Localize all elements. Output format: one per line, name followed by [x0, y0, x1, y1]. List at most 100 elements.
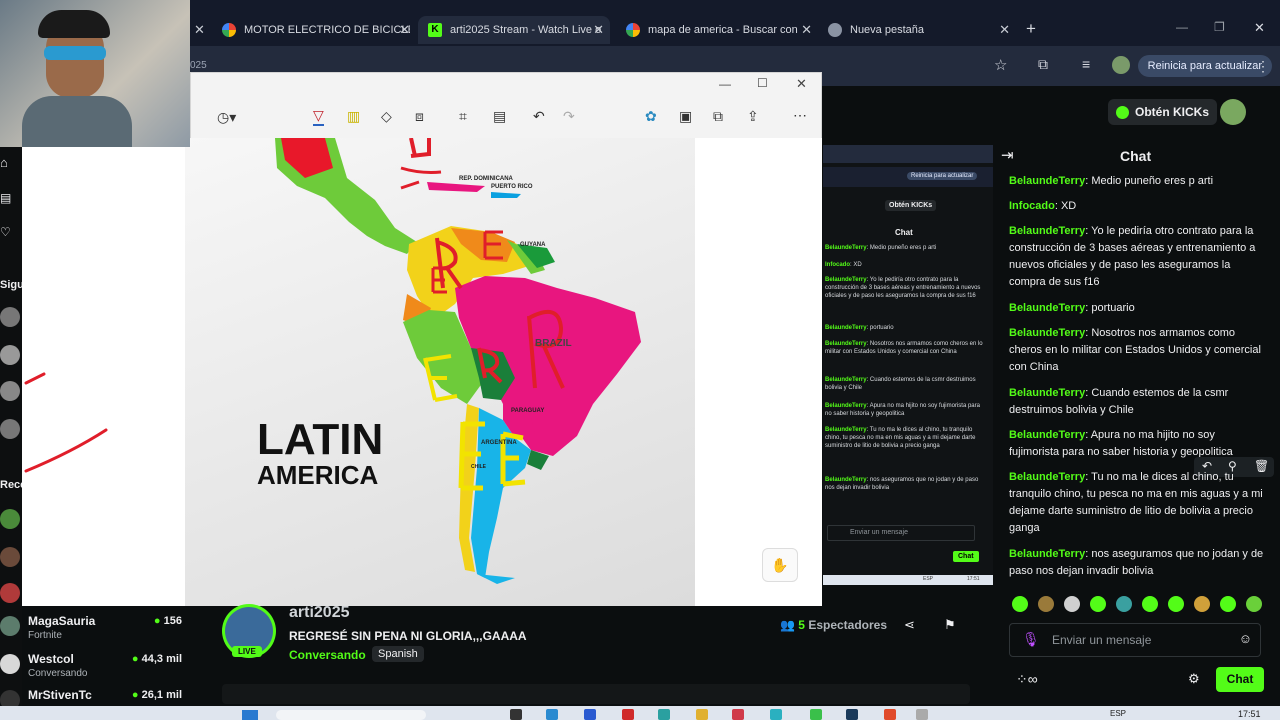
tab-mapa[interactable]: mapa de america - Buscar con ✕	[626, 16, 812, 44]
chat-username[interactable]: BelaundeTerry	[1009, 548, 1085, 560]
emote-icon[interactable]	[1142, 596, 1158, 612]
new-tab-icon[interactable]: +	[1026, 19, 1036, 39]
app-icon[interactable]	[622, 709, 634, 720]
browse-icon[interactable]: ▤	[0, 191, 11, 205]
chat-message[interactable]: BelaundeTerry: Nosotros nos armamos como…	[1009, 325, 1267, 376]
chat-username[interactable]: BelaundeTerry	[1009, 327, 1085, 339]
microphone-icon[interactable]: 🎙	[1022, 631, 1040, 648]
emote-icon[interactable]	[1116, 596, 1132, 612]
app-icon[interactable]	[846, 709, 858, 720]
app-icon[interactable]	[884, 709, 896, 720]
profile-avatar[interactable]	[1112, 56, 1130, 74]
gear-icon[interactable]: ⚙	[1188, 671, 1200, 687]
text-icon[interactable]: ▤	[493, 108, 506, 125]
close-icon[interactable]: ✕	[999, 22, 1010, 38]
avatar[interactable]	[0, 419, 20, 439]
taskbar-lang[interactable]: ESP	[1110, 709, 1126, 718]
windows-start-icon[interactable]	[242, 710, 258, 720]
save-icon[interactable]: ▣	[679, 108, 692, 125]
share-icon[interactable]: ⇪	[747, 108, 759, 125]
pen-icon[interactable]: ▽	[313, 107, 324, 126]
chat-message[interactable]: BelaundeTerry: Yo le pediría otro contra…	[1009, 223, 1267, 291]
flag-icon[interactable]: ⚑	[944, 617, 956, 633]
emote-icon[interactable]	[1038, 596, 1054, 612]
app-icon[interactable]	[584, 709, 596, 720]
close-icon[interactable]: ✕	[796, 76, 807, 92]
stream-category[interactable]: Conversando	[289, 648, 366, 662]
emoji-icon[interactable]: ☺	[1239, 631, 1252, 646]
chat-message[interactable]: Infocado: XD	[1009, 198, 1267, 215]
redo-icon[interactable]: ↷	[563, 108, 575, 125]
emote-icon[interactable]	[1246, 596, 1262, 612]
reading-list-icon[interactable]: ≡	[1082, 56, 1090, 72]
language-tag[interactable]: Spanish	[372, 646, 424, 662]
close-window-icon[interactable]: ✕	[1254, 20, 1265, 36]
tab-kick[interactable]: K arti2025 Stream - Watch Live o ✕	[418, 16, 610, 44]
history-icon[interactable]: ◷▾	[217, 109, 236, 126]
channel-name[interactable]: arti2025	[289, 604, 350, 622]
search-bar[interactable]	[276, 710, 426, 720]
tab-nueva[interactable]: Nueva pestaña ✕	[828, 16, 1010, 44]
close-icon[interactable]: ✕	[593, 22, 604, 38]
home-icon[interactable]: ⌂	[0, 155, 8, 170]
maximize-icon[interactable]: ❐	[1214, 20, 1225, 34]
heart-icon[interactable]: ♡	[0, 225, 11, 239]
bookmark-star-icon[interactable]: ☆	[994, 56, 1007, 74]
get-kicks-button[interactable]: Obtén KICKs	[1108, 99, 1218, 125]
emote-icon[interactable]	[1168, 596, 1184, 612]
sidebar-channel[interactable]: MagaSauria Fortnite ● 156	[0, 612, 188, 642]
shapes-icon[interactable]: ⧈	[415, 108, 424, 125]
chat-message[interactable]: BelaundeTerry: Cuando estemos de la csmr…	[1009, 385, 1267, 419]
app-icon[interactable]	[916, 709, 928, 720]
avatar[interactable]	[0, 583, 20, 603]
share-icon[interactable]: ⋖	[904, 617, 915, 633]
menu-icon[interactable]: ⋮	[1256, 58, 1270, 75]
emote-icon[interactable]	[1090, 596, 1106, 612]
app-icon[interactable]	[810, 709, 822, 720]
collapse-chat-icon[interactable]: ⇥	[1001, 146, 1014, 164]
minimize-icon[interactable]: —	[719, 77, 731, 91]
app-icon[interactable]	[510, 709, 522, 720]
emote-icon[interactable]	[1012, 596, 1028, 612]
sidebar-channel[interactable]: Westcol Conversando ● 44,3 mil	[0, 650, 188, 680]
chat-message[interactable]: BelaundeTerry: nos aseguramos que no jod…	[1009, 546, 1267, 580]
taskbar-clock[interactable]: 17:51	[1238, 709, 1261, 719]
copilot-icon[interactable]: ✿	[645, 108, 657, 125]
emote-icon[interactable]	[1064, 596, 1080, 612]
extensions-icon[interactable]: ⧉	[1038, 56, 1048, 73]
avatar[interactable]	[0, 547, 20, 567]
app-icon[interactable]	[658, 709, 670, 720]
app-icon[interactable]	[546, 709, 558, 720]
eraser-icon[interactable]: ◇	[381, 108, 392, 125]
chat-message[interactable]: BelaundeTerry: Apura no ma hijito no soy…	[1009, 427, 1267, 461]
minimize-icon[interactable]: —	[1176, 20, 1188, 34]
chat-username[interactable]: BelaundeTerry	[1009, 387, 1085, 399]
send-chat-button[interactable]: Chat	[1216, 667, 1264, 692]
copy-icon[interactable]: ⧉	[713, 108, 723, 125]
close-icon[interactable]: ✕	[801, 22, 812, 38]
app-icon[interactable]	[696, 709, 708, 720]
app-icon[interactable]	[770, 709, 782, 720]
chat-input[interactable]: 🎙 Enviar un mensaje ☺	[1009, 623, 1261, 657]
avatar[interactable]	[0, 509, 20, 529]
avatar[interactable]	[0, 345, 20, 365]
close-icon[interactable]: ✕	[194, 22, 205, 38]
avatar[interactable]	[0, 381, 20, 401]
chat-message[interactable]: BelaundeTerry: portuario	[1009, 300, 1267, 317]
user-avatar[interactable]	[1220, 99, 1246, 125]
close-icon[interactable]: ✕	[399, 22, 410, 38]
maximize-icon[interactable]: ☐	[757, 76, 768, 90]
chat-username[interactable]: BelaundeTerry	[1009, 429, 1085, 441]
chat-message[interactable]: BelaundeTerry: Medio puneño eres p arti	[1009, 173, 1267, 190]
highlighter-icon[interactable]: ▥	[347, 108, 360, 125]
pan-hand-icon[interactable]: ✋	[762, 548, 798, 582]
chat-username[interactable]: BelaundeTerry	[1009, 175, 1085, 187]
crop-icon[interactable]: ⌗	[459, 108, 467, 125]
undo-icon[interactable]: ↶	[533, 108, 545, 125]
update-button[interactable]: Reinicia para actualizar	[1137, 55, 1272, 77]
avatar[interactable]	[0, 307, 20, 327]
chat-message[interactable]: BelaundeTerry: Tu no ma le dices al chin…	[1009, 469, 1267, 537]
more-icon[interactable]: ⋯	[793, 107, 807, 124]
chat-username[interactable]: Infocado	[1009, 200, 1055, 212]
chat-username[interactable]: BelaundeTerry	[1009, 471, 1085, 483]
